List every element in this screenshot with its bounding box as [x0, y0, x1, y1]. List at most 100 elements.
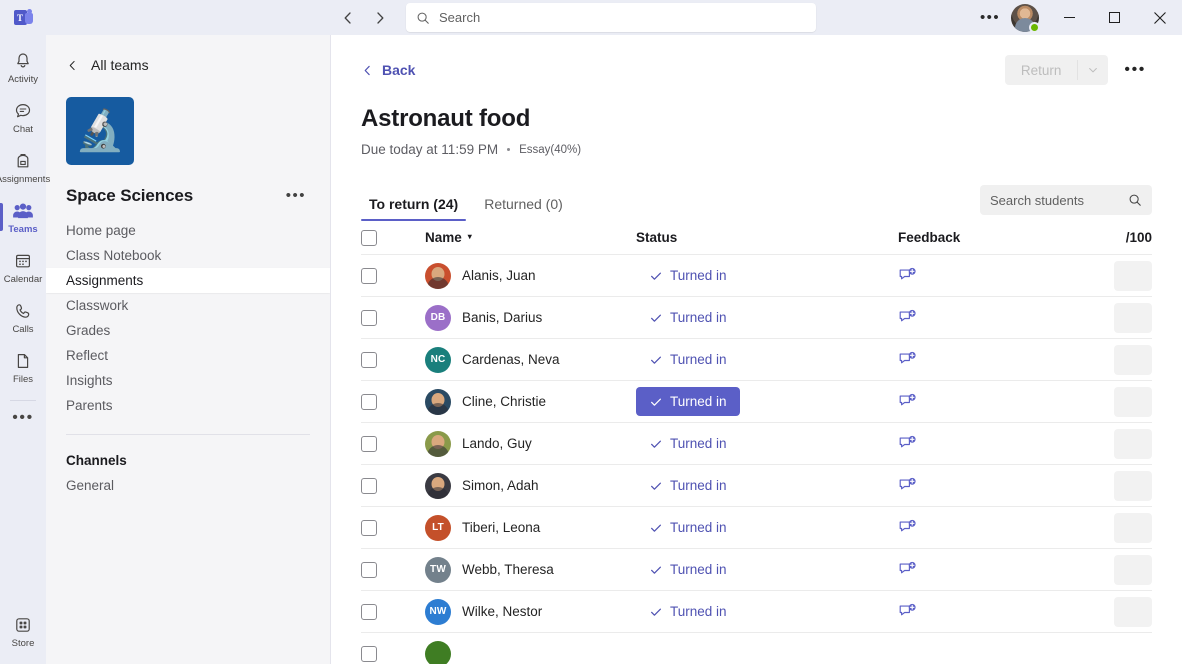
tab-to-return[interactable]: To return (24): [361, 196, 466, 221]
add-feedback-icon[interactable]: [898, 519, 918, 537]
student-name-cell: NWWilke, Nestor: [401, 599, 636, 625]
table-row[interactable]: Cline, ChristieTurned in: [361, 381, 1152, 423]
sidebar-item-classwork[interactable]: Classwork: [46, 293, 330, 318]
grade-input[interactable]: [1114, 471, 1152, 501]
add-feedback-icon[interactable]: [898, 603, 918, 621]
rail-item-activity[interactable]: Activity: [0, 42, 46, 92]
back-arrow-icon[interactable]: [334, 4, 362, 32]
sidebar-item-assignments[interactable]: Assignments: [46, 268, 330, 293]
row-checkbox[interactable]: [361, 562, 377, 578]
status-badge[interactable]: Turned in: [636, 303, 740, 332]
rail-item-teams[interactable]: Teams: [0, 192, 46, 242]
teams-logo: T: [0, 9, 46, 26]
sidebar-item-home-page[interactable]: Home page: [46, 218, 330, 243]
minimize-button[interactable]: [1047, 0, 1092, 35]
teams-people-icon: [12, 200, 34, 222]
return-split-button[interactable]: Return: [1005, 55, 1109, 85]
sidebar-item-insights[interactable]: Insights: [46, 368, 330, 393]
status-badge[interactable]: Turned in: [636, 429, 740, 458]
table-row[interactable]: NWWilke, NestorTurned in: [361, 591, 1152, 633]
status-badge[interactable]: Turned in: [636, 513, 740, 542]
forward-arrow-icon[interactable]: [366, 4, 394, 32]
rail-item-calls[interactable]: Calls: [0, 292, 46, 342]
maximize-button[interactable]: [1092, 0, 1137, 35]
sidebar-item-class-notebook[interactable]: Class Notebook: [46, 243, 330, 268]
rail-more-button[interactable]: •••: [0, 403, 46, 433]
grade-input[interactable]: [1114, 387, 1152, 417]
tab-returned[interactable]: Returned (0): [476, 196, 571, 221]
channels-header: Channels: [46, 447, 330, 473]
rail-item-chat[interactable]: Chat: [0, 92, 46, 142]
rail-item-store[interactable]: Store: [0, 606, 46, 656]
status-badge[interactable]: Turned in: [636, 597, 740, 626]
status-badge[interactable]: Turned in: [636, 387, 740, 416]
user-avatar[interactable]: [1011, 4, 1039, 32]
status-cell: Turned in: [636, 303, 898, 332]
grade-input[interactable]: [1114, 513, 1152, 543]
table-row[interactable]: Simon, AdahTurned in: [361, 465, 1152, 507]
grade-input[interactable]: [1114, 261, 1152, 291]
grade-input[interactable]: [1114, 555, 1152, 585]
row-checkbox[interactable]: [361, 646, 377, 662]
add-feedback-icon[interactable]: [898, 393, 918, 411]
row-checkbox[interactable]: [361, 394, 377, 410]
student-name: Tiberi, Leona: [462, 520, 540, 535]
checkmark-icon: [649, 269, 663, 283]
add-feedback-icon[interactable]: [898, 477, 918, 495]
sidebar-item-parents[interactable]: Parents: [46, 393, 330, 418]
rubric-text: Essay(40%): [519, 144, 581, 156]
table-row[interactable]: [361, 633, 1152, 664]
meta-separator-dot: [507, 148, 510, 151]
row-checkbox[interactable]: [361, 268, 377, 284]
status-badge[interactable]: Turned in: [636, 261, 740, 290]
grade-input[interactable]: [1114, 345, 1152, 375]
return-dropdown-chevron-down-icon[interactable]: [1078, 55, 1108, 85]
add-feedback-icon[interactable]: [898, 309, 918, 327]
row-checkbox[interactable]: [361, 478, 377, 494]
global-search-input[interactable]: Search: [406, 3, 816, 32]
row-checkbox[interactable]: [361, 436, 377, 452]
table-row[interactable]: TWWebb, TheresaTurned in: [361, 549, 1152, 591]
feedback-cell: [898, 561, 1090, 579]
status-badge[interactable]: Turned in: [636, 555, 740, 584]
table-row[interactable]: Alanis, JuanTurned in: [361, 255, 1152, 297]
row-checkbox[interactable]: [361, 352, 377, 368]
store-grid-icon: [13, 614, 33, 636]
sidebar-item-grades[interactable]: Grades: [46, 318, 330, 343]
search-students-input[interactable]: Search students: [980, 185, 1152, 215]
status-badge[interactable]: Turned in: [636, 471, 740, 500]
column-header-name[interactable]: Name ▾: [401, 230, 636, 245]
team-more-options-button[interactable]: •••: [282, 185, 310, 206]
add-feedback-icon[interactable]: [898, 435, 918, 453]
close-button[interactable]: [1137, 0, 1182, 35]
row-checkbox[interactable]: [361, 604, 377, 620]
back-button[interactable]: Back: [361, 62, 415, 78]
grade-input[interactable]: [1114, 597, 1152, 627]
sidebar-item-reflect[interactable]: Reflect: [46, 343, 330, 368]
rail-item-files[interactable]: Files: [0, 342, 46, 392]
add-feedback-icon[interactable]: [898, 351, 918, 369]
titlebar-more-button[interactable]: •••: [975, 3, 1005, 33]
rail-item-assignments[interactable]: Assignments: [0, 142, 46, 192]
rail-item-calendar[interactable]: Calendar: [0, 242, 46, 292]
grade-input[interactable]: [1114, 303, 1152, 333]
grade-input[interactable]: [1114, 429, 1152, 459]
row-checkbox[interactable]: [361, 310, 377, 326]
phone-icon: [13, 300, 33, 322]
select-all-checkbox[interactable]: [361, 230, 377, 246]
row-checkbox[interactable]: [361, 520, 377, 536]
grade-cell: [1090, 471, 1152, 501]
add-feedback-icon[interactable]: [898, 267, 918, 285]
status-badge[interactable]: Turned in: [636, 345, 740, 374]
add-feedback-icon[interactable]: [898, 561, 918, 579]
table-row[interactable]: LTTiberi, LeonaTurned in: [361, 507, 1152, 549]
assignment-more-options-button[interactable]: •••: [1118, 57, 1152, 83]
table-row[interactable]: DBBanis, DariusTurned in: [361, 297, 1152, 339]
channel-item-general[interactable]: General: [46, 473, 330, 497]
table-row[interactable]: NCCardenas, NevaTurned in: [361, 339, 1152, 381]
student-name: Banis, Darius: [462, 310, 542, 325]
team-header: Space Sciences •••: [66, 185, 310, 206]
all-teams-link[interactable]: All teams: [46, 43, 330, 87]
return-button[interactable]: Return: [1005, 55, 1078, 85]
table-row[interactable]: Lando, GuyTurned in: [361, 423, 1152, 465]
